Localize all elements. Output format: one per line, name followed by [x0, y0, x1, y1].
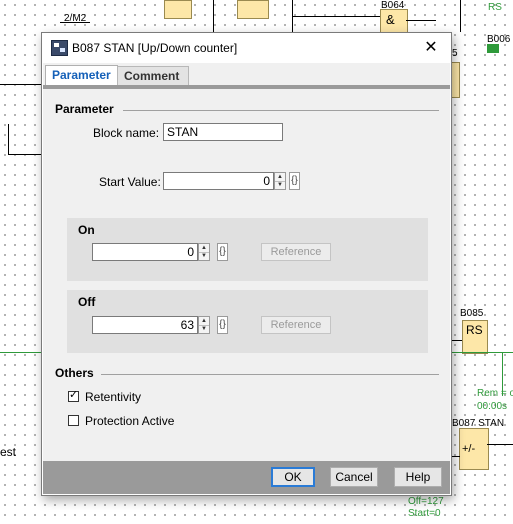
section-title-parameter: Parameter — [55, 102, 114, 116]
retentivity-label[interactable]: Retentivity — [85, 390, 141, 404]
block-name-label: Block name: — [93, 126, 160, 140]
label-rs: RS — [488, 2, 502, 13]
label-b087: B087 STAN — [452, 418, 505, 429]
tab-content-parameter: Parameter Block name: STAN Start Value: … — [43, 89, 450, 461]
tab-strip: Parameter Comment — [43, 63, 450, 86]
protection-active-checkbox[interactable] — [68, 415, 79, 426]
help-button[interactable]: Help — [394, 467, 442, 487]
label-off127: Off=127 — [408, 496, 444, 507]
start-value-label: Start Value: — [99, 175, 161, 189]
close-icon[interactable]: ✕ — [417, 36, 445, 60]
off-reference-button[interactable]: Reference — [261, 316, 331, 334]
off-value-spinner[interactable]: ▲ ▼ — [198, 316, 210, 334]
label-est: est — [0, 445, 17, 459]
tab-comment[interactable]: Comment — [117, 66, 189, 86]
on-value-spinner[interactable]: ▲ ▼ — [198, 243, 210, 261]
on-value-input[interactable]: 0 — [92, 243, 198, 261]
spin-down-icon[interactable]: ▼ — [199, 252, 209, 260]
dialog-titlebar[interactable]: B087 STAN [Up/Down counter] ✕ — [42, 33, 451, 63]
group-on: On 0 ▲ ▼ {} Reference — [67, 218, 428, 281]
divider — [101, 374, 439, 375]
start-value-input[interactable]: 0 — [163, 172, 274, 190]
dialog-footer: OK Cancel Help — [43, 461, 450, 494]
dialog-title: B087 STAN [Up/Down counter] — [72, 41, 238, 55]
label-rem: Rem = o — [477, 388, 513, 399]
label-start0: Start=0 — [408, 508, 441, 519]
tab-parameter[interactable]: Parameter — [45, 65, 118, 86]
label-b085: B085 — [460, 308, 484, 319]
block-name-input[interactable]: STAN — [163, 123, 283, 141]
logo-app-icon — [51, 40, 68, 56]
checkmark-icon: ✓ — [69, 389, 79, 401]
on-brace-icon[interactable]: {} — [217, 243, 228, 261]
off-brace-icon[interactable]: {} — [217, 316, 228, 334]
group-on-title: On — [78, 223, 95, 237]
spin-down-icon[interactable]: ▼ — [275, 181, 285, 189]
gate-and-symbol: & — [386, 12, 395, 27]
group-off-title: Off — [78, 295, 96, 309]
spin-down-icon[interactable]: ▼ — [199, 325, 209, 333]
cancel-button[interactable]: Cancel — [330, 467, 378, 487]
retentivity-checkbox[interactable]: ✓ — [68, 389, 79, 402]
on-reference-button[interactable]: Reference — [261, 243, 331, 261]
label-b064: B064 — [381, 0, 405, 11]
protection-active-label[interactable]: Protection Active — [85, 414, 174, 428]
dialog-up-down-counter: B087 STAN [Up/Down counter] ✕ Parameter … — [41, 32, 452, 496]
ok-button[interactable]: OK — [271, 467, 315, 487]
parameter-reference-icon[interactable]: {} — [289, 172, 300, 190]
block-b085-label: RS — [466, 323, 483, 337]
divider — [123, 110, 439, 111]
group-off: Off 63 ▲ ▼ {} Reference — [67, 290, 428, 353]
output-marker — [487, 44, 499, 53]
off-value-input[interactable]: 63 — [92, 316, 198, 334]
diagram-block[interactable] — [237, 0, 269, 19]
section-title-others: Others — [55, 366, 94, 380]
diagram-block[interactable] — [164, 0, 192, 19]
block-b087-label: +/- — [462, 443, 476, 455]
label-5: 5 — [452, 48, 458, 59]
label-time: 00:00s — [477, 401, 508, 412]
start-value-spinner[interactable]: ▲ ▼ — [274, 172, 286, 190]
